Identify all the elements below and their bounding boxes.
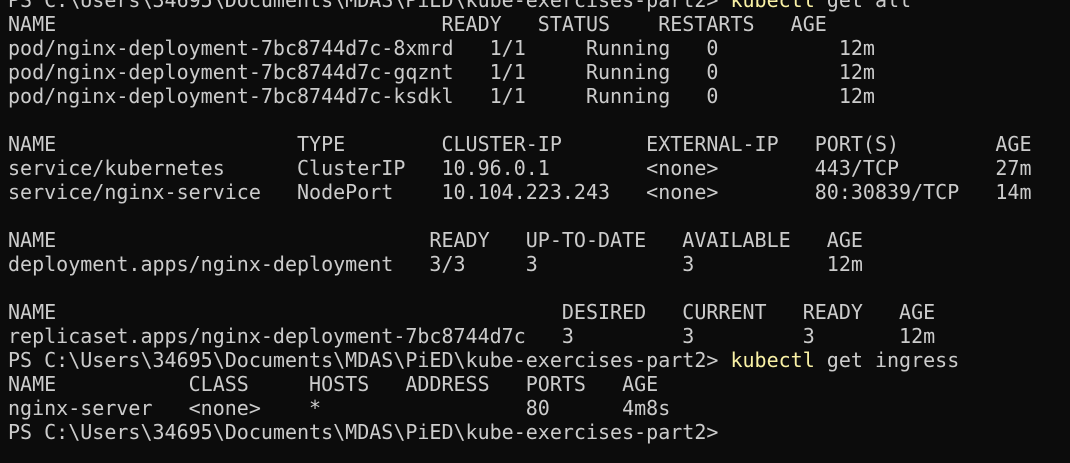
output-line: nginx-server <none> * 80 4m8s — [8, 396, 671, 420]
prompt-path: PS C:\Users\34695\Documents\MDAS\PiED\ku… — [8, 420, 719, 444]
terminal-window[interactable]: PS C:\Users\34695\Documents\MDAS\PiED\ku… — [0, 0, 1070, 463]
output-line: deployment.apps/nginx-deployment 3/3 3 3… — [8, 252, 863, 276]
output-line: NAME READY UP-TO-DATE AVAILABLE AGE — [8, 228, 863, 252]
prompt-line[interactable]: PS C:\Users\34695\Documents\MDAS\PiED\ku… — [8, 420, 1070, 444]
output-line: NAME DESIRED CURRENT READY AGE — [8, 300, 936, 324]
output-line: service/nginx-service NodePort 10.104.22… — [8, 180, 1032, 204]
prompt-line: PS C:\Users\34695\Documents\MDAS\PiED\ku… — [8, 0, 1070, 12]
output-line: NAME TYPE CLUSTER-IP EXTERNAL-IP PORT(S)… — [8, 132, 1032, 156]
output-line: pod/nginx-deployment-7bc8744d7c-8xmrd 1/… — [8, 36, 875, 60]
command-args: get all — [814, 0, 912, 12]
output-line: pod/nginx-deployment-7bc8744d7c-gqznt 1/… — [8, 60, 875, 84]
prompt-path: PS C:\Users\34695\Documents\MDAS\PiED\ku… — [8, 0, 731, 12]
output-line: NAME CLASS HOSTS ADDRESS PORTS AGE — [8, 372, 659, 396]
output-line: pod/nginx-deployment-7bc8744d7c-ksdkl 1/… — [8, 84, 875, 108]
output-line: NAME READY STATUS RESTARTS AGE — [8, 12, 827, 36]
command-args: get ingress — [814, 348, 960, 372]
command-name: kubectl — [730, 0, 815, 12]
output-line: replicaset.apps/nginx-deployment-7bc8744… — [8, 324, 936, 348]
prompt-line: PS C:\Users\34695\Documents\MDAS\PiED\ku… — [8, 348, 1070, 372]
output-line: service/kubernetes ClusterIP 10.96.0.1 <… — [8, 156, 1032, 180]
command-name: kubectl — [730, 348, 815, 372]
prompt-path: PS C:\Users\34695\Documents\MDAS\PiED\ku… — [8, 348, 731, 372]
